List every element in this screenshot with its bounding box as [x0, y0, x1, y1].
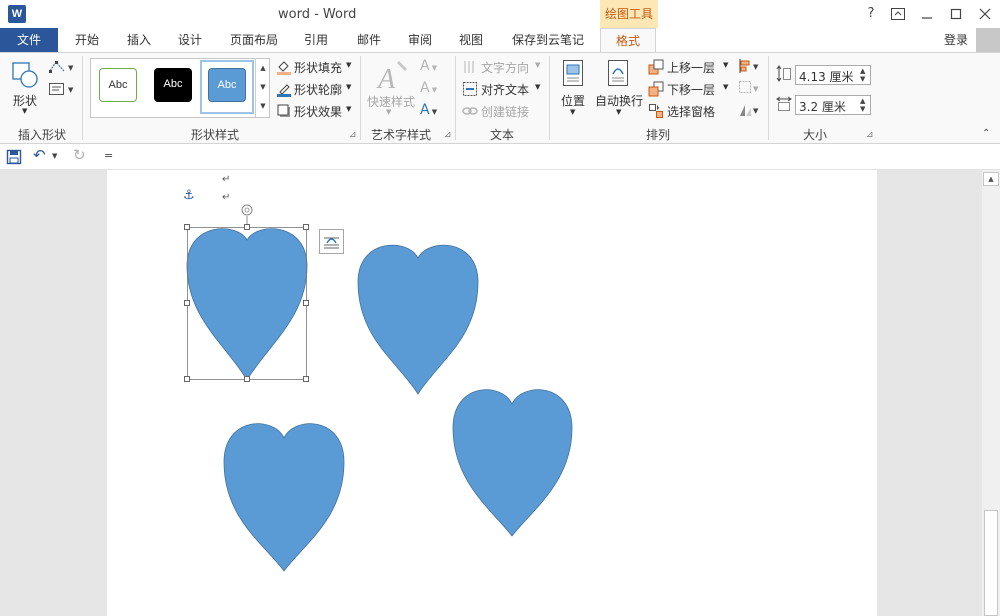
heart-shape[interactable] — [357, 244, 479, 395]
scroll-up-icon[interactable]: ▲ — [983, 172, 999, 186]
scrollbar-thumb[interactable] — [984, 510, 998, 616]
shapes-canvas — [186, 204, 573, 572]
layout-options-icon — [324, 237, 339, 249]
resize-handle-bottom[interactable] — [244, 376, 250, 382]
heart-shape[interactable] — [223, 423, 345, 572]
resize-handle-top-right[interactable] — [303, 224, 309, 230]
resize-handle-top-left[interactable] — [184, 224, 190, 230]
resize-handle-top[interactable] — [244, 224, 250, 230]
layout-options-button[interactable] — [319, 229, 344, 254]
resize-handle-left[interactable] — [184, 300, 190, 306]
resize-handle-bottom-right[interactable] — [303, 376, 309, 382]
heart-shape-selected[interactable] — [186, 228, 308, 381]
resize-handle-right[interactable] — [303, 300, 309, 306]
rotation-handle[interactable] — [241, 204, 253, 216]
resize-handle-bottom-left[interactable] — [184, 376, 190, 382]
heart-shape[interactable] — [452, 389, 573, 537]
